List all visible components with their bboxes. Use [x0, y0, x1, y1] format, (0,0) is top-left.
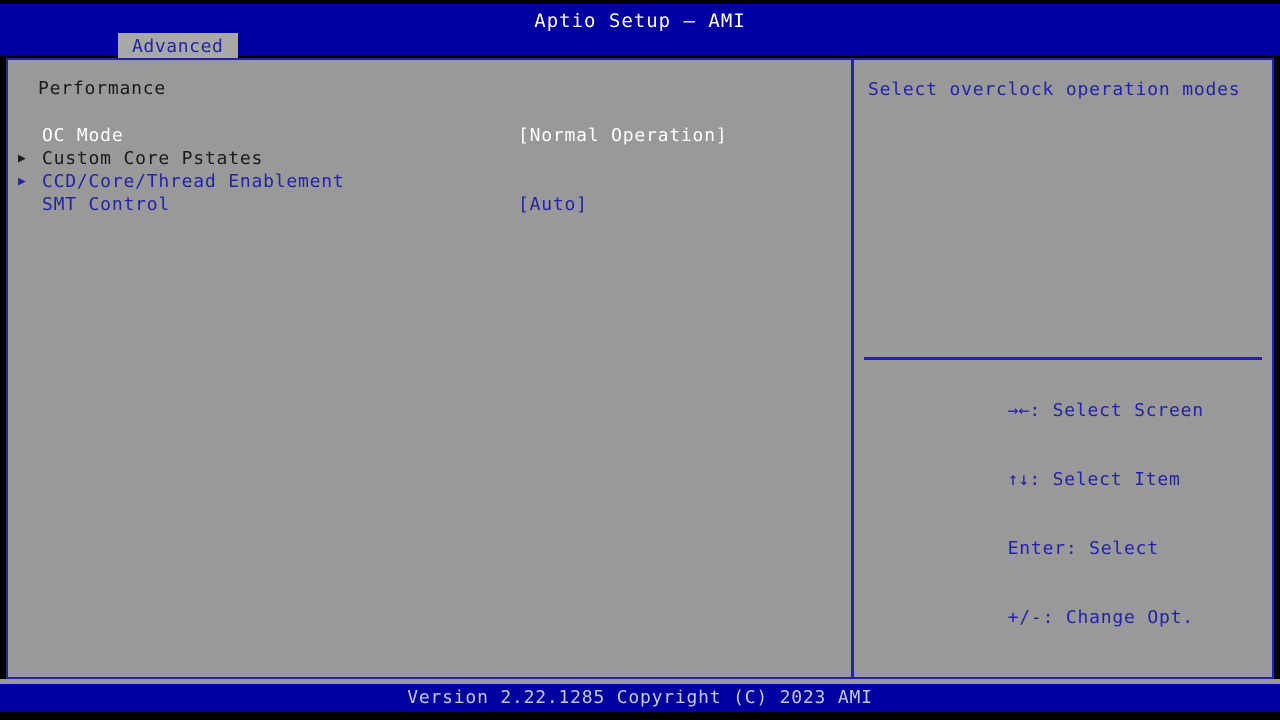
legend-item-enter: Enter: Select — [1007, 538, 1159, 559]
option-value-smt-control[interactable]: [Auto] — [518, 193, 588, 216]
legend-action-change-opt: Change Opt. — [1065, 607, 1194, 628]
submenu-arrow-icon: ▶ — [18, 174, 27, 189]
submenu-arrow-icon — [18, 124, 32, 147]
help-pane: Select overclock operation modes →←: Sel… — [854, 60, 1272, 697]
bios-setup-screen: Aptio Setup – AMI Advanced Performance O… — [0, 0, 1280, 720]
submenu-arrow-icon — [18, 193, 32, 216]
option-label-smt-control: SMT Control — [42, 194, 171, 215]
option-value-oc-mode[interactable]: [Normal Operation] — [518, 124, 727, 147]
header-band: Aptio Setup – AMI Advanced — [0, 4, 1280, 60]
help-separator — [864, 357, 1262, 360]
option-label-oc-mode: OC Mode — [42, 125, 124, 146]
legend-item-change-opt: +/-: Change Opt. — [1007, 607, 1194, 628]
legend-item-select-item: ↑↓: Select Item — [1007, 469, 1181, 490]
option-label-ccd-core-thread-enablement: CCD/Core/Thread Enablement — [42, 171, 345, 192]
legend-action-enter: Select — [1089, 538, 1159, 559]
page-title: Aptio Setup – AMI — [534, 10, 746, 32]
tab-advanced[interactable]: Advanced — [118, 33, 238, 60]
legend-action-select-item: Select Item — [1052, 469, 1181, 490]
footer-band: Version 2.22.1285 Copyright (C) 2023 AMI — [0, 684, 1280, 712]
main-frame: Performance OC Mode [Normal Operation] ▶… — [6, 58, 1274, 697]
legend-action-select-screen: Select Screen — [1052, 400, 1204, 421]
legend-key-plus-minus: +/- — [1007, 607, 1043, 628]
option-row-oc-mode[interactable]: OC Mode [Normal Operation] — [38, 124, 851, 147]
tab-advanced-label: Advanced — [132, 36, 224, 57]
arrow-up-down-icon: ↑↓ — [1007, 469, 1030, 490]
menu-tab-bar: Advanced — [0, 33, 1280, 60]
legend-item-select-screen: →←: Select Screen — [1007, 400, 1204, 421]
help-description: Select overclock operation modes — [868, 79, 1241, 100]
section-title-performance: Performance — [38, 78, 167, 99]
legend-key-enter: Enter — [1007, 538, 1066, 559]
option-label-custom-core-pstates: Custom Core Pstates — [42, 148, 264, 169]
option-row-smt-control[interactable]: SMT Control [Auto] — [38, 193, 851, 216]
key-legend: →←: Select Screen ↑↓: Select Item Enter:… — [868, 376, 1262, 720]
settings-pane: Performance OC Mode [Normal Operation] ▶… — [8, 60, 851, 677]
option-row-custom-core-pstates[interactable]: ▶ Custom Core Pstates — [18, 147, 851, 170]
option-row-ccd-core-thread-enablement[interactable]: ▶ CCD/Core/Thread Enablement — [18, 170, 851, 193]
submenu-arrow-icon: ▶ — [18, 151, 27, 166]
version-text: Version 2.22.1285 Copyright (C) 2023 AMI — [407, 687, 873, 708]
arrow-left-right-icon: →← — [1007, 400, 1030, 421]
